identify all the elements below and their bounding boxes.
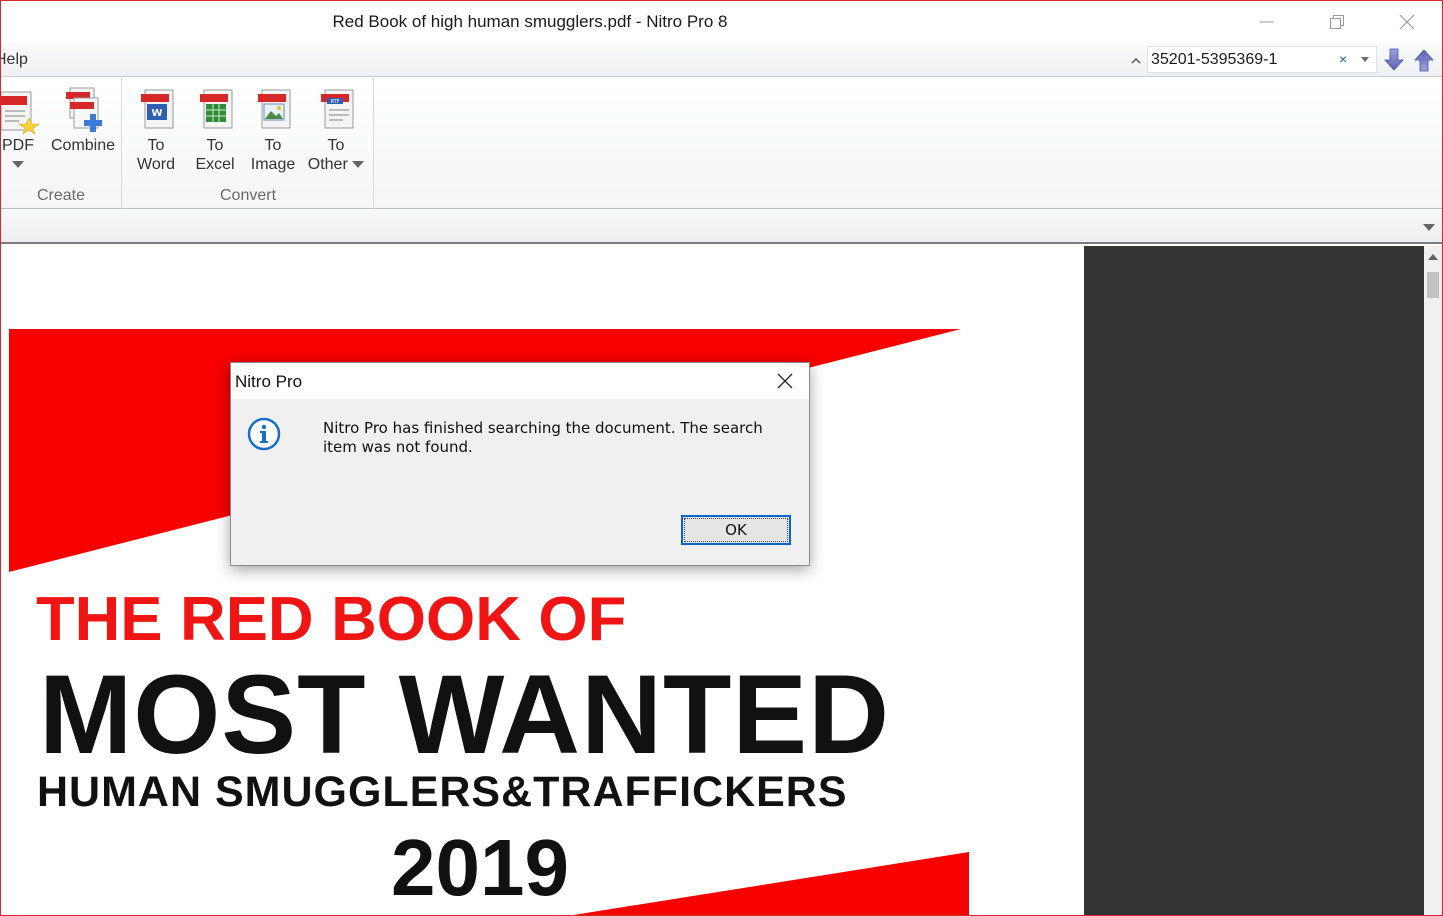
to-other-dropdown-icon bbox=[352, 161, 365, 169]
close-icon bbox=[1399, 14, 1415, 30]
combine-icon bbox=[60, 84, 106, 136]
vertical-scrollbar[interactable] bbox=[1424, 246, 1442, 915]
find-input[interactable] bbox=[1151, 50, 1331, 69]
document-viewer: THE RED BOOK OF MOST WANTED HUMAN SMUGGL… bbox=[1, 246, 1442, 915]
combine-label: Combine bbox=[50, 137, 116, 154]
find-options-chevron-icon[interactable] bbox=[1129, 54, 1143, 68]
create-pdf-button[interactable]: PDF bbox=[1, 84, 43, 174]
message-dialog: Nitro Pro Nitro Pro has finished searchi… bbox=[230, 362, 810, 566]
restore-button[interactable] bbox=[1302, 1, 1372, 43]
scroll-up-arrow-icon[interactable] bbox=[1428, 254, 1438, 260]
group-label-create: Create bbox=[36, 187, 86, 204]
svg-text:RTF: RTF bbox=[330, 99, 339, 105]
to-image-label-1: To bbox=[264, 137, 282, 154]
cover-title-line1: THE RED BOOK OF bbox=[36, 585, 627, 654]
create-pdf-icon bbox=[1, 84, 41, 136]
to-other-label-row: Other bbox=[303, 155, 369, 174]
to-other-button[interactable]: RTF To Other bbox=[303, 84, 369, 174]
find-box: × bbox=[1147, 46, 1377, 73]
title-bar: Red Book of high human smugglers.pdf - N… bbox=[1, 1, 1442, 43]
menu-help[interactable]: Help bbox=[1, 51, 28, 69]
excel-doc-icon bbox=[192, 84, 238, 136]
to-other-label-1: To bbox=[327, 137, 345, 154]
to-other-label-2: Other bbox=[307, 156, 348, 173]
combine-button[interactable]: Combine bbox=[45, 84, 121, 155]
to-image-button[interactable]: To Image bbox=[247, 84, 299, 174]
minimize-icon bbox=[1260, 21, 1274, 23]
close-window-button[interactable] bbox=[1372, 1, 1442, 43]
dialog-title-bar: Nitro Pro bbox=[231, 363, 809, 399]
ok-button-label: OK bbox=[725, 521, 747, 539]
menu-bar: Help × bbox=[1, 43, 1442, 77]
to-word-label-2: Word bbox=[137, 156, 175, 173]
quick-toolbar bbox=[1, 210, 1442, 244]
to-excel-label-1: To bbox=[206, 137, 224, 154]
scroll-thumb[interactable] bbox=[1427, 272, 1439, 298]
svg-text:W: W bbox=[151, 108, 162, 119]
close-icon bbox=[777, 373, 793, 389]
ribbon-collapse-chevron-icon[interactable] bbox=[1423, 224, 1435, 231]
to-image-label-2: Image bbox=[250, 156, 296, 173]
restore-icon bbox=[1330, 15, 1344, 29]
create-pdf-label: PDF bbox=[2, 137, 34, 154]
find-next-arrow-icon[interactable] bbox=[1383, 47, 1405, 73]
create-pdf-dropdown-icon bbox=[12, 161, 24, 169]
minimize-button[interactable] bbox=[1232, 1, 1302, 43]
cover-title-line2: MOST WANTED bbox=[39, 652, 890, 777]
rtf-doc-icon: RTF bbox=[313, 84, 359, 136]
cover-title-line3: HUMAN SMUGGLERS&TRAFFICKERS bbox=[37, 768, 848, 816]
image-doc-icon bbox=[250, 84, 296, 136]
info-icon bbox=[247, 417, 281, 451]
ribbon-group-convert: W To Word To Excel To Image RTF To Other… bbox=[123, 78, 374, 209]
ribbon: PDF Combine Create W To Word To Excel To… bbox=[1, 78, 1442, 209]
pdf-page: THE RED BOOK OF MOST WANTED HUMAN SMUGGL… bbox=[1, 246, 1084, 915]
group-label-convert: Convert bbox=[219, 187, 277, 204]
to-excel-label-2: Excel bbox=[195, 156, 235, 173]
find-history-dropdown-icon[interactable] bbox=[1361, 57, 1369, 62]
window-title: Red Book of high human smugglers.pdf - N… bbox=[332, 12, 728, 31]
clear-search-icon[interactable]: × bbox=[1339, 51, 1347, 67]
ok-button[interactable]: OK bbox=[681, 515, 791, 545]
to-excel-button[interactable]: To Excel bbox=[189, 84, 241, 174]
dialog-close-button[interactable] bbox=[765, 365, 805, 397]
to-word-button[interactable]: W To Word bbox=[131, 84, 181, 174]
cover-year: 2019 bbox=[391, 823, 569, 912]
dialog-message: Nitro Pro has finished searching the doc… bbox=[323, 419, 763, 456]
ribbon-group-create: PDF Combine Create bbox=[1, 78, 122, 209]
app-window: Red Book of high human smugglers.pdf - N… bbox=[0, 0, 1443, 916]
dialog-title: Nitro Pro bbox=[235, 372, 303, 391]
word-doc-icon: W bbox=[133, 84, 179, 136]
to-word-label-1: To bbox=[147, 137, 165, 154]
find-previous-arrow-icon[interactable] bbox=[1413, 47, 1435, 73]
